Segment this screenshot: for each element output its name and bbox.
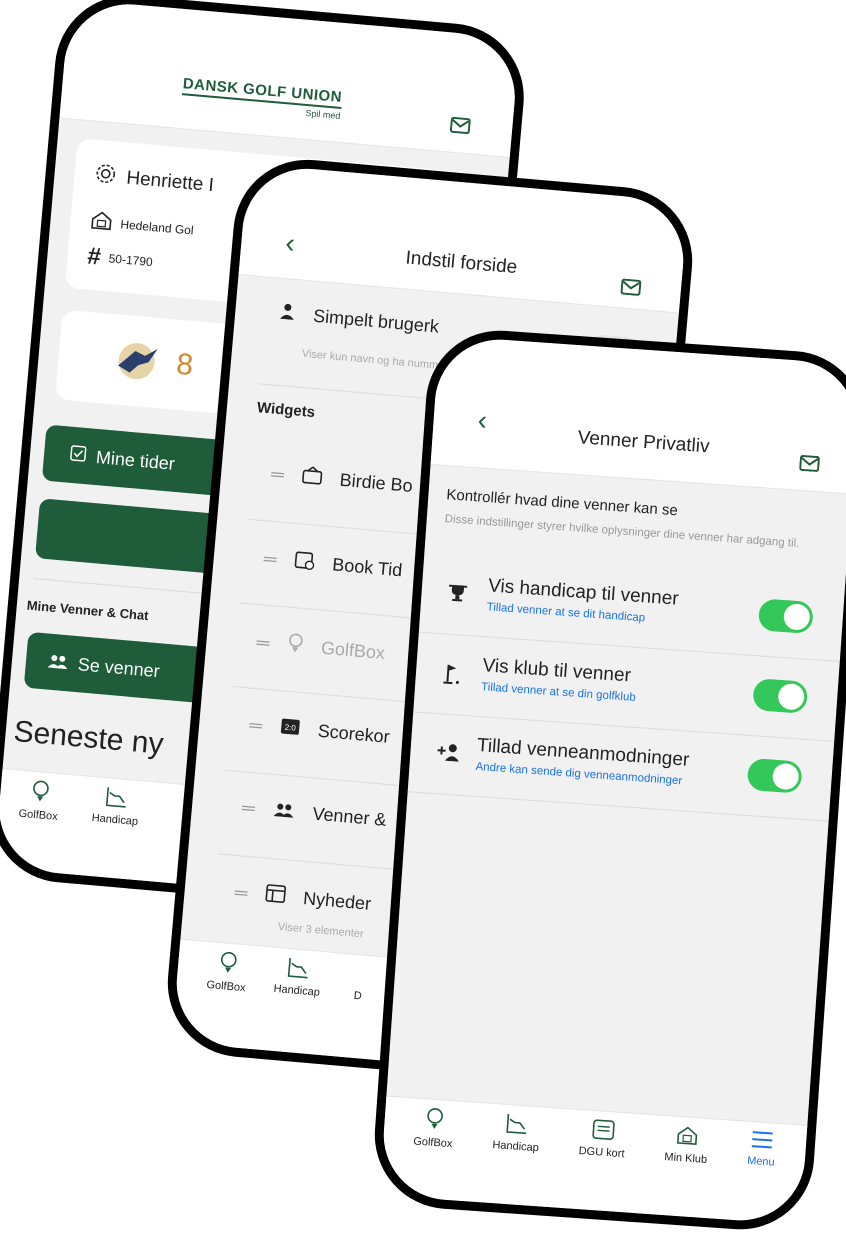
chart-line-icon xyxy=(505,1113,529,1141)
tab-dgu-kort[interactable]: D xyxy=(347,954,371,1003)
tab-golfbox[interactable]: GolfBox xyxy=(412,1099,455,1151)
my-tee-times-label: Mine tider xyxy=(95,446,176,474)
tab-min-klub[interactable]: Min Klub xyxy=(664,1116,710,1166)
dgu-logo: DANSK GOLF UNION Spil med xyxy=(181,75,343,121)
show-club-toggle[interactable] xyxy=(752,678,809,714)
mail-icon[interactable] xyxy=(799,454,820,477)
widget-item-golfbox[interactable]: ═ GolfBox xyxy=(255,630,386,666)
hash-icon: # xyxy=(86,242,103,271)
bird-logo-icon xyxy=(107,334,167,388)
golfball-icon xyxy=(286,633,304,659)
widget-item-scorekort[interactable]: ═ 2:0 Scorekor xyxy=(248,714,390,749)
see-friends-label: Se venner xyxy=(77,653,161,681)
news-heading: Seneste ny xyxy=(12,714,165,761)
calendar-icon xyxy=(293,549,315,576)
card-icon xyxy=(348,962,370,991)
header: DANSK GOLF UNION Spil med xyxy=(59,0,521,158)
chart-line-icon xyxy=(104,786,128,815)
page-title: Indstil forside xyxy=(404,247,519,279)
tab-golfbox-label: GolfBox xyxy=(18,807,59,823)
add-person-icon xyxy=(436,742,462,767)
widget-label: GolfBox xyxy=(320,637,386,664)
tab-min-klub-label: Min Klub xyxy=(663,1151,708,1166)
tab-handicap[interactable]: Handicap xyxy=(91,777,141,828)
golfball-icon xyxy=(29,780,51,811)
tab-handicap-label: Handicap xyxy=(91,812,139,829)
drag-handle-icon[interactable]: ═ xyxy=(241,797,255,819)
header: ‹ Indstil forside xyxy=(238,163,689,314)
profile-name: Henriette I xyxy=(125,167,215,197)
member-number: 50-1790 xyxy=(108,251,154,270)
widget-item-nyheder[interactable]: ═ Nyheder xyxy=(234,881,372,916)
scorecard-icon: 2:0 xyxy=(279,716,301,741)
privacy-subheading: Disse indstillinger styrer hvilke oplysn… xyxy=(444,513,800,550)
news-icon xyxy=(264,884,286,909)
drag-handle-icon[interactable]: ═ xyxy=(270,464,284,486)
friends-section-title: Mine Venner & Chat xyxy=(26,597,150,624)
tab-golfbox[interactable]: GolfBox xyxy=(206,942,249,994)
page-title: Venner Privatliv xyxy=(577,427,711,458)
widgets-section-title: Widgets xyxy=(256,399,316,422)
phone-privacy-screen: ‹ Venner Privatliv Kontrollér hvad dine … xyxy=(369,325,846,1235)
widget-label: Venner & xyxy=(311,803,388,830)
mail-icon[interactable] xyxy=(620,278,642,301)
golf-flag-icon xyxy=(441,662,463,690)
tab-dgu-label: DGU kort xyxy=(578,1145,625,1161)
drag-handle-icon[interactable]: ═ xyxy=(256,632,270,654)
tab-golfbox-label: GolfBox xyxy=(412,1135,453,1151)
allow-requests-toggle[interactable] xyxy=(746,757,803,794)
show-handicap-toggle[interactable] xyxy=(757,598,814,635)
widget-item-book-tid[interactable]: ═ Book Tid xyxy=(263,546,403,583)
tab-menu-label: Menu xyxy=(746,1154,776,1169)
clubhouse-icon xyxy=(675,1125,699,1153)
widget-label: Book Tid xyxy=(331,554,404,581)
golfball-icon xyxy=(217,951,239,982)
svg-text:2:0: 2:0 xyxy=(284,723,296,733)
widget-label: Nyheder xyxy=(302,888,372,914)
drag-handle-icon[interactable]: ═ xyxy=(263,548,277,570)
birdie-icon xyxy=(301,465,323,490)
news-widget-desc: Viser 3 elementer xyxy=(277,920,365,941)
tab-handicap-label: Handicap xyxy=(273,982,321,999)
tab-golfbox-label: GolfBox xyxy=(205,978,247,995)
tab-bar: GolfBox Handicap DGU kort Min Klub Menu xyxy=(379,1095,808,1225)
mail-icon[interactable] xyxy=(449,116,471,140)
tab-handicap[interactable]: Handicap xyxy=(492,1104,542,1154)
home-icon xyxy=(90,210,114,235)
simple-profile-row: Simpelt brugerk xyxy=(278,303,440,338)
widget-item-birdie[interactable]: ═ Birdie Bo xyxy=(270,463,413,498)
trophy-icon xyxy=(447,583,469,609)
handicap-value: 8 xyxy=(174,347,195,383)
tab-golfbox[interactable]: GolfBox xyxy=(18,771,61,823)
widget-item-venner[interactable]: ═ Venner & xyxy=(241,797,387,831)
id-card-icon xyxy=(591,1119,615,1147)
gear-icon[interactable] xyxy=(93,162,117,192)
widget-label: Birdie Bo xyxy=(338,469,414,496)
header: ‹ Venner Privatliv xyxy=(430,335,846,495)
friends-icon xyxy=(272,800,296,823)
drag-handle-icon[interactable]: ═ xyxy=(234,882,248,904)
tab-handicap-label: Handicap xyxy=(491,1139,540,1155)
checkbox-icon xyxy=(69,444,87,466)
widget-label: Scorekor xyxy=(316,720,391,747)
tab-dgu-kort[interactable]: DGU kort xyxy=(578,1110,627,1160)
friends-icon xyxy=(47,651,69,674)
hamburger-menu-icon xyxy=(750,1130,774,1156)
tab-dgu-label: D xyxy=(353,989,363,1003)
profile-club: Hedeland Gol xyxy=(119,216,195,238)
chart-line-icon xyxy=(286,957,310,986)
tab-menu[interactable]: Menu xyxy=(747,1122,778,1169)
golfball-icon xyxy=(423,1107,445,1137)
tab-handicap[interactable]: Handicap xyxy=(273,948,323,999)
person-icon xyxy=(278,303,296,325)
drag-handle-icon[interactable]: ═ xyxy=(248,715,262,737)
simple-profile-label: Simpelt brugerk xyxy=(312,305,440,337)
